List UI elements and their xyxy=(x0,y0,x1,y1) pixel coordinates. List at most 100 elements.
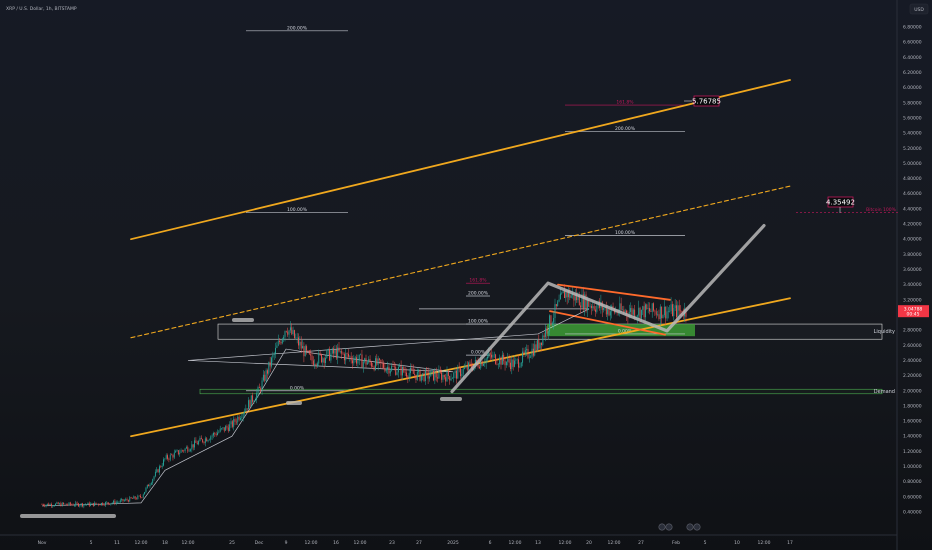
candle-body xyxy=(265,370,267,381)
candle-body xyxy=(175,451,177,453)
candle-body xyxy=(624,310,626,313)
candle-body xyxy=(299,341,301,346)
candle-body xyxy=(198,441,200,445)
candle-body xyxy=(356,357,357,364)
candle-body xyxy=(449,376,451,381)
candle-body xyxy=(595,309,596,312)
zone-label-liquidity: Liquidity xyxy=(874,329,895,335)
candle-body xyxy=(206,438,208,442)
candle-body xyxy=(433,370,434,381)
candle-body xyxy=(422,373,424,376)
candle-body xyxy=(49,504,51,506)
candle-body xyxy=(149,484,151,487)
candle-body xyxy=(665,306,667,319)
candle-body xyxy=(227,427,229,432)
candle-body xyxy=(499,357,501,365)
candle-body xyxy=(284,331,286,337)
price-callout-label: 4.35492 xyxy=(826,199,855,207)
candle-body xyxy=(501,354,503,365)
candle-body xyxy=(302,346,303,349)
candle-body xyxy=(362,361,364,368)
candle-body xyxy=(115,502,117,504)
candle-body xyxy=(468,362,470,370)
candle-body xyxy=(485,358,487,364)
candle-body xyxy=(375,358,376,370)
event-marker-icon[interactable] xyxy=(686,523,694,531)
candle-body xyxy=(446,370,448,382)
candle-body xyxy=(169,454,171,460)
candle-body xyxy=(200,437,202,440)
chart-svg: Liquidity Demand 200.00% 100.00% 0.00% 200.0… xyxy=(0,0,932,550)
candle-body xyxy=(281,338,283,344)
candle-body xyxy=(91,503,93,504)
event-marker-icon[interactable] xyxy=(658,523,666,531)
event-marker-icon[interactable] xyxy=(693,523,701,531)
candle-body xyxy=(279,340,281,343)
candle-body xyxy=(63,502,65,505)
candle-body xyxy=(109,503,110,505)
candle-body xyxy=(484,363,486,365)
candle-body xyxy=(194,440,195,448)
candle-body xyxy=(253,401,255,402)
candle-body xyxy=(218,431,220,433)
y-tick-label: 3.60000 xyxy=(903,267,922,273)
candle-body xyxy=(370,362,372,367)
candle-body xyxy=(489,352,491,355)
candle-body xyxy=(488,352,490,357)
candle-body xyxy=(438,370,440,379)
x-tick-label: 5 xyxy=(704,540,707,546)
candle-body xyxy=(508,358,510,363)
candle-body xyxy=(400,365,402,376)
candle-body xyxy=(366,362,368,365)
candle-body xyxy=(277,340,279,346)
candle-body xyxy=(52,505,54,507)
candle-body xyxy=(126,499,128,501)
event-marker-icon[interactable] xyxy=(665,523,673,531)
candle-body xyxy=(249,400,251,408)
candle-body xyxy=(210,436,212,440)
candle-body xyxy=(643,306,645,318)
candle-body xyxy=(57,502,59,505)
y-tick-label: 2.40000 xyxy=(903,358,922,364)
candle-body xyxy=(223,427,225,431)
candle-body xyxy=(142,494,144,498)
candle-body xyxy=(497,364,499,365)
candle-body xyxy=(294,330,295,339)
candle-body xyxy=(214,433,216,435)
candle-body xyxy=(593,306,595,310)
candle-body xyxy=(348,353,349,357)
candle-body xyxy=(646,304,648,309)
y-tick-label: 3.80000 xyxy=(903,252,922,258)
candle-body xyxy=(547,331,549,334)
y-tick-label: 2.20000 xyxy=(903,373,922,379)
candle-body xyxy=(271,357,272,367)
candle-body xyxy=(312,360,314,365)
candle-body xyxy=(427,370,429,379)
x-tick-label: 27 xyxy=(416,540,422,546)
candle-body xyxy=(380,359,382,364)
candle-body xyxy=(331,348,333,354)
candle-body xyxy=(67,504,69,506)
currency-badge[interactable]: USD xyxy=(914,7,924,13)
candle-body xyxy=(134,496,136,499)
candle-body xyxy=(404,371,406,373)
candle-body xyxy=(496,363,498,365)
candle-body xyxy=(541,342,542,345)
candle-body xyxy=(580,305,582,308)
candle-body xyxy=(113,500,114,503)
candle-body xyxy=(45,504,47,507)
candle-body xyxy=(240,418,241,420)
candle-body xyxy=(407,376,409,379)
x-tick-label: 11 xyxy=(114,540,120,546)
candle-body xyxy=(532,348,534,356)
candle-body xyxy=(164,458,166,460)
candle-body xyxy=(528,357,530,359)
x-tick-label: 2025 xyxy=(447,540,459,546)
candle-body xyxy=(311,355,313,361)
candle-body xyxy=(51,504,52,507)
candle-body xyxy=(46,503,48,505)
candle-body xyxy=(154,471,156,477)
candle-body xyxy=(545,328,546,337)
candle-body xyxy=(161,465,163,468)
candle-body xyxy=(121,499,123,501)
